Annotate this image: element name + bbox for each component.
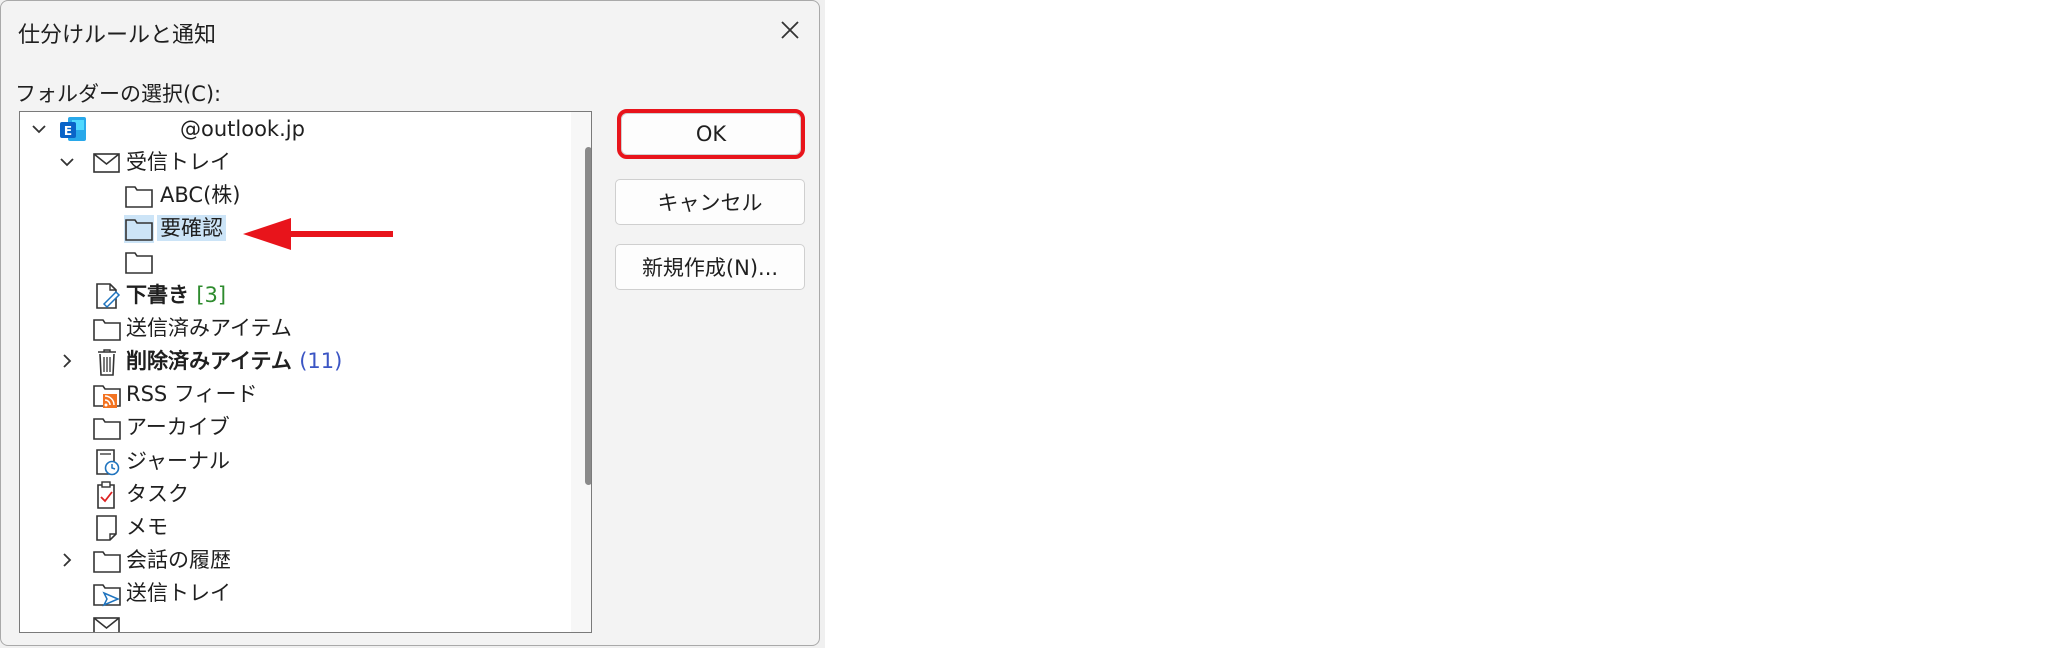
trash-icon	[98, 349, 116, 376]
chevron-right-icon[interactable]	[58, 352, 76, 370]
chevron-down-icon[interactable]	[58, 153, 76, 171]
journal-icon	[96, 449, 120, 476]
tree-item-tasks[interactable]: タスク	[20, 478, 560, 510]
folder-icon	[125, 252, 153, 274]
tree-item-account[interactable]: E @outlook.jp	[20, 113, 560, 145]
folder-icon	[93, 319, 121, 341]
drafts-name: 下書き	[126, 283, 189, 307]
tree-item-abc[interactable]: ABC(株)	[20, 179, 560, 211]
cancel-button[interactable]: キャンセル	[615, 179, 805, 225]
drafts-count: [3]	[196, 283, 227, 307]
tree-item-rss[interactable]: RSS フィード	[20, 378, 560, 410]
tree-label-notes: メモ	[126, 515, 168, 539]
tree-item-partial[interactable]	[20, 610, 560, 632]
mail-icon	[93, 153, 120, 173]
mail-icon	[93, 617, 120, 632]
close-button[interactable]	[771, 11, 809, 49]
tree-item-archive[interactable]: アーカイブ	[20, 411, 560, 443]
tree-item-journal[interactable]: ジャーナル	[20, 445, 560, 477]
tree-label-deleted: 削除済みアイテム (11)	[126, 348, 342, 374]
dialog-title: 仕分けルールと通知	[18, 23, 217, 48]
chevron-right-icon[interactable]	[58, 551, 76, 569]
tasks-icon	[97, 481, 115, 509]
folder-icon	[93, 418, 121, 440]
rules-dialog: 仕分けルールと通知 フォルダーの選択(C): E @outlook.jp 受信ト…	[0, 0, 820, 646]
deleted-count: (11)	[299, 349, 343, 373]
tree-label-journal: ジャーナル	[126, 449, 230, 473]
folder-tree[interactable]: E @outlook.jp 受信トレイ ABC(株) 要確認 下書き [3] 送…	[19, 111, 592, 633]
tree-item-drafts[interactable]: 下書き [3]	[20, 279, 560, 311]
deleted-name: 削除済みアイテム	[126, 349, 292, 373]
title-bar: 仕分けルールと通知	[1, 1, 819, 61]
annotation-arrow	[243, 218, 393, 250]
tree-label-drafts: 下書き [3]	[126, 282, 226, 308]
close-icon	[781, 21, 799, 39]
tree-label-archive: アーカイブ	[126, 415, 230, 439]
rss-folder-icon	[93, 385, 121, 408]
tree-item-notes[interactable]: メモ	[20, 511, 560, 543]
tree-label-outbox: 送信トレイ	[126, 581, 231, 605]
folder-select-label: フォルダーの選択(C):	[15, 82, 222, 106]
tree-item-outbox[interactable]: 送信トレイ	[20, 577, 560, 609]
ok-button[interactable]: OK	[617, 109, 805, 159]
note-icon	[96, 515, 117, 541]
scrollbar-thumb[interactable]	[585, 147, 591, 485]
tree-label-tasks: タスク	[126, 482, 189, 506]
account-label: @outlook.jp	[180, 117, 305, 141]
tree-label-history: 会話の履歴	[126, 548, 231, 572]
folder-icon	[124, 215, 154, 243]
tree-item-deleted[interactable]: 削除済みアイテム (11)	[20, 345, 560, 377]
tree-label-sent: 送信済みアイテム	[126, 316, 292, 340]
tree-item-history[interactable]: 会話の履歴	[20, 544, 560, 576]
folder-icon	[125, 186, 153, 208]
tree-item-sent[interactable]: 送信済みアイテム	[20, 312, 560, 344]
outlook-account-icon: E	[60, 117, 86, 141]
tree-item-inbox[interactable]: 受信トレイ	[20, 146, 560, 178]
drafts-icon	[96, 283, 121, 309]
outbox-icon	[93, 584, 121, 607]
tree-label-review: 要確認	[157, 215, 226, 241]
svg-text:E: E	[64, 124, 72, 138]
tree-label-rss: RSS フィード	[126, 382, 258, 406]
tree-label-abc: ABC(株)	[160, 183, 241, 207]
new-folder-button[interactable]: 新規作成(N)...	[615, 244, 805, 290]
folder-icon	[93, 551, 121, 573]
tree-label-inbox: 受信トレイ	[126, 150, 231, 174]
chevron-down-icon[interactable]	[30, 120, 48, 138]
